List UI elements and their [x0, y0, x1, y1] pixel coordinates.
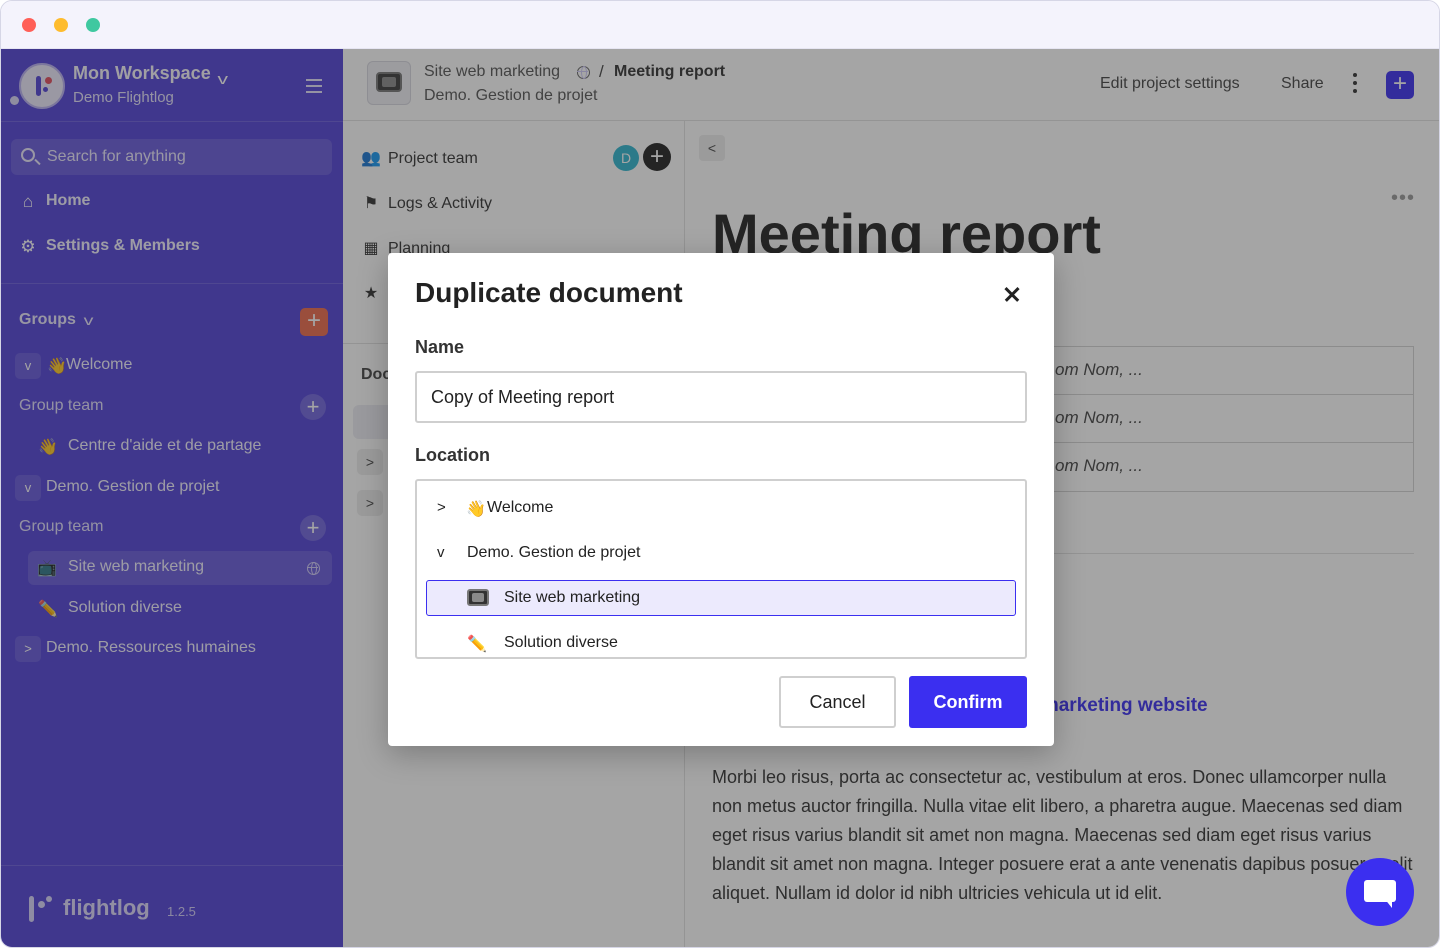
dialog-title: Duplicate document	[415, 277, 683, 308]
cancel-button[interactable]: Cancel	[779, 676, 896, 728]
location-item-solution[interactable]: ✏️ Solution diverse	[417, 626, 1025, 657]
pencil-emoji-icon: ✏️	[467, 636, 487, 653]
chat-button[interactable]	[1346, 858, 1414, 926]
duplicate-document-dialog: Duplicate document Name Location > 👋 Wel…	[388, 253, 1054, 746]
name-field[interactable]	[415, 371, 1027, 423]
location-item-demo-gestion[interactable]: v Demo. Gestion de projet	[417, 536, 1025, 572]
location-label: Site web marketing	[504, 589, 641, 606]
chat-icon	[1364, 880, 1396, 908]
location-tree: > 👋 Welcome v Demo. Gestion de projet Si…	[415, 479, 1027, 659]
location-label: Solution diverse	[504, 634, 618, 651]
maximize-window-button[interactable]	[86, 18, 100, 32]
location-label: Welcome	[487, 499, 554, 516]
close-icon[interactable]	[1000, 281, 1026, 307]
location-item-welcome[interactable]: > 👋 Welcome	[417, 491, 1025, 527]
location-item-site-web[interactable]: Site web marketing	[426, 580, 1016, 616]
tv-icon	[467, 589, 489, 606]
location-label: Location	[415, 445, 490, 465]
location-label: Demo. Gestion de projet	[467, 544, 641, 561]
name-label: Name	[415, 337, 465, 357]
wave-emoji-icon: 👋	[466, 501, 486, 518]
app-window: Mon Workspace Demo Flightlog v Search fo…	[0, 0, 1440, 948]
minimize-window-button[interactable]	[54, 18, 68, 32]
chevron-right-icon[interactable]: >	[437, 499, 446, 516]
chevron-down-icon[interactable]: v	[437, 544, 445, 561]
close-window-button[interactable]	[22, 18, 36, 32]
title-bar	[1, 1, 1439, 49]
confirm-button[interactable]: Confirm	[909, 676, 1027, 728]
